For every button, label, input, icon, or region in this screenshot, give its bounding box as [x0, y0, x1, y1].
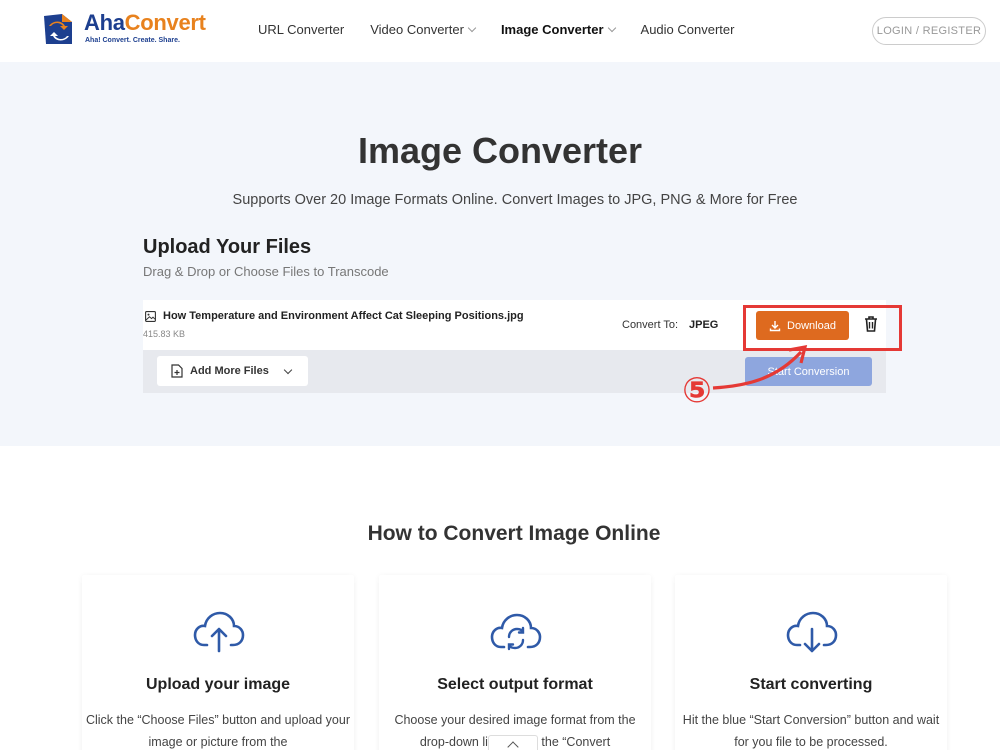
chevron-down-icon	[467, 23, 477, 33]
nav-image-converter[interactable]: Image Converter	[501, 22, 616, 37]
card-text: Click the “Choose Files” button and uplo…	[85, 713, 351, 749]
file-size: 415.83 KB	[143, 329, 186, 339]
add-more-label: Add More Files	[190, 365, 269, 377]
file-plus-icon	[171, 364, 183, 378]
card-text: Hit the blue “Start Conversion” button a…	[682, 713, 940, 749]
howto-card-upload: Upload your image Click the “Choose File…	[82, 575, 354, 750]
chevron-down-icon	[607, 23, 616, 33]
cloud-sync-icon	[490, 613, 542, 651]
page-subtitle: Supports Over 20 Image Formats Online. C…	[232, 192, 798, 208]
add-more-files-button[interactable]: Add More Files	[157, 356, 308, 386]
chevron-up-icon	[507, 741, 519, 750]
logo-wordmark: AhaConvert	[84, 10, 206, 35]
convert-to-label: Convert To:	[622, 319, 679, 331]
nav-audio-converter[interactable]: Audio Converter	[641, 22, 735, 37]
upload-subtitle: Drag & Drop or Choose Files to Transcode	[143, 264, 389, 279]
card-title: Upload your image	[145, 676, 291, 693]
logo-tagline: Aha! Convert. Create. Share.	[85, 37, 180, 44]
nav-url-converter[interactable]: URL Converter	[258, 22, 344, 37]
nav-video-converter[interactable]: Video Converter	[370, 22, 477, 37]
main-nav: URL Converter Video Converter Image Conv…	[258, 22, 760, 37]
site-logo[interactable]: AhaConvert Aha! Convert. Create. Share.	[42, 10, 212, 48]
howto-card-start: Start converting Hit the blue “Start Con…	[675, 575, 947, 750]
howto-card-select: Select output format Choose your desired…	[379, 575, 651, 750]
howto-title: How to Convert Image Online	[367, 522, 661, 545]
logo-icon	[44, 14, 72, 44]
step-number-badge: ⑤	[682, 371, 712, 410]
converter-hero: Image Converter Supports Over 20 Image F…	[0, 62, 1000, 446]
format-select[interactable]: JPEG	[689, 319, 718, 331]
file-name: How Temperature and Environment Affect C…	[163, 310, 524, 322]
image-file-icon	[145, 311, 156, 322]
annotation-arrow-icon	[712, 344, 808, 390]
login-register-button[interactable]: LOGIN / REGISTER	[872, 17, 986, 45]
scroll-to-top-button[interactable]	[488, 735, 538, 750]
upload-title: Upload Your Files	[143, 236, 312, 258]
chevron-down-icon	[283, 365, 293, 374]
page-title: Image Converter	[357, 130, 643, 171]
cloud-download-icon	[786, 611, 838, 653]
card-title: Start converting	[749, 676, 873, 693]
cloud-upload-icon	[193, 611, 245, 653]
card-title: Select output format	[437, 676, 593, 693]
site-header: AhaConvert Aha! Convert. Create. Share. …	[0, 0, 1000, 62]
